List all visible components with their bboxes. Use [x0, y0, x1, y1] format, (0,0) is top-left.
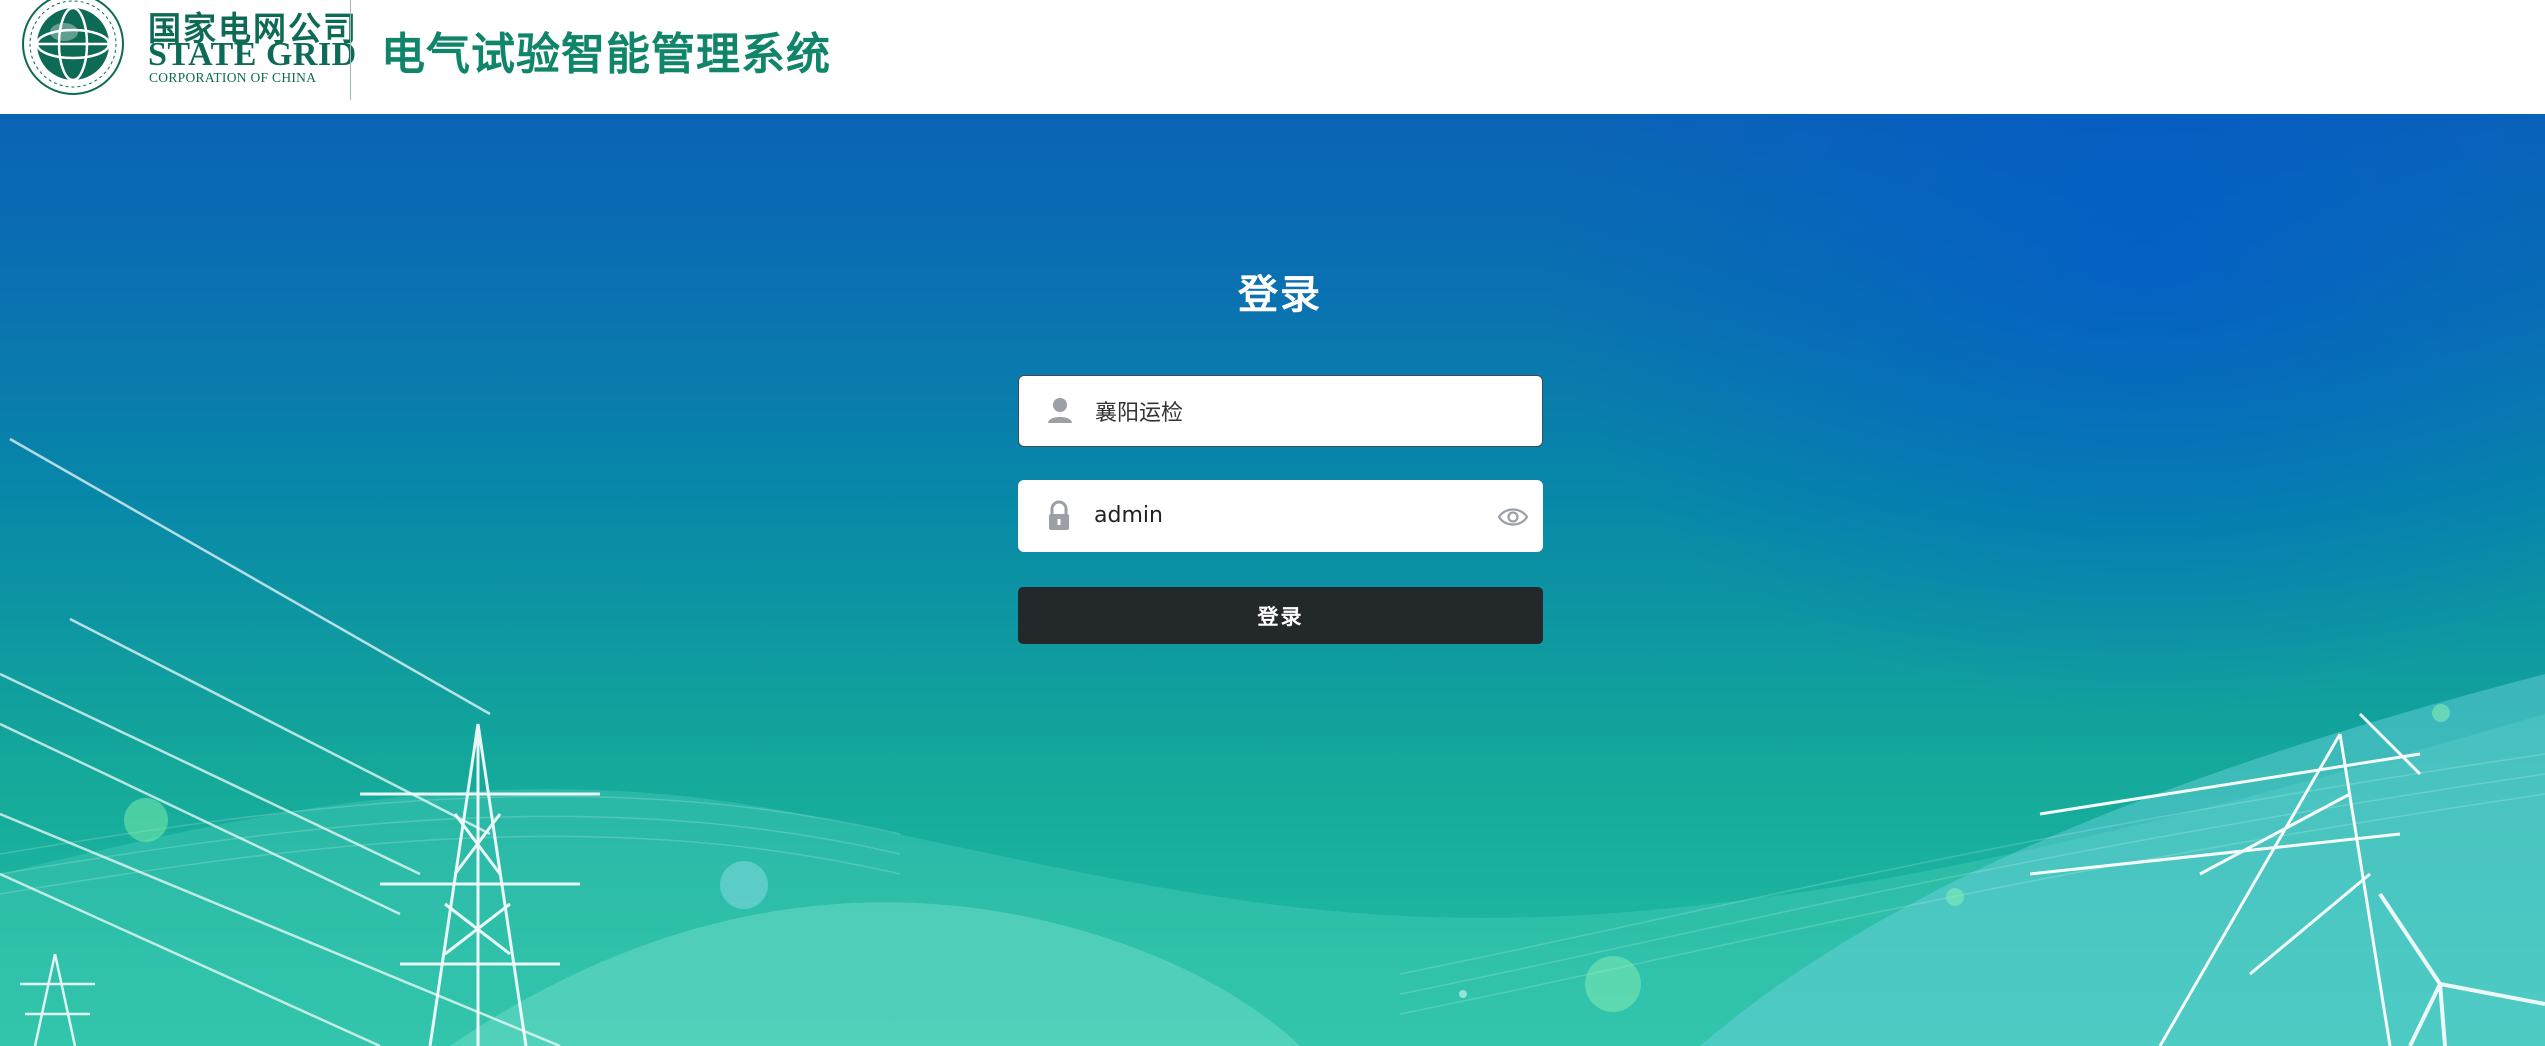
- state-grid-logo-icon: [22, 0, 124, 95]
- eye-icon[interactable]: [1497, 502, 1529, 532]
- login-button[interactable]: 登录: [1018, 587, 1543, 644]
- username-input[interactable]: [1095, 384, 1485, 438]
- password-input[interactable]: [1094, 488, 1484, 542]
- top-header: 国家电网公司 STATE GRID CORPORATION OF CHINA 电…: [0, 0, 2545, 114]
- logo-english-name: STATE GRID: [148, 36, 357, 73]
- login-title: 登录: [1238, 272, 1322, 318]
- header-divider: [350, 0, 351, 100]
- lock-icon: [1049, 500, 1069, 530]
- password-field[interactable]: [1018, 480, 1543, 552]
- user-icon: [1048, 398, 1072, 423]
- system-title: 电气试验智能管理系统: [381, 29, 831, 80]
- username-field[interactable]: [1018, 375, 1543, 447]
- power-lines-illustration: [0, 437, 2545, 1046]
- logo-subtitle: CORPORATION OF CHINA: [149, 70, 317, 85]
- background-illustration: [0, 114, 2545, 1046]
